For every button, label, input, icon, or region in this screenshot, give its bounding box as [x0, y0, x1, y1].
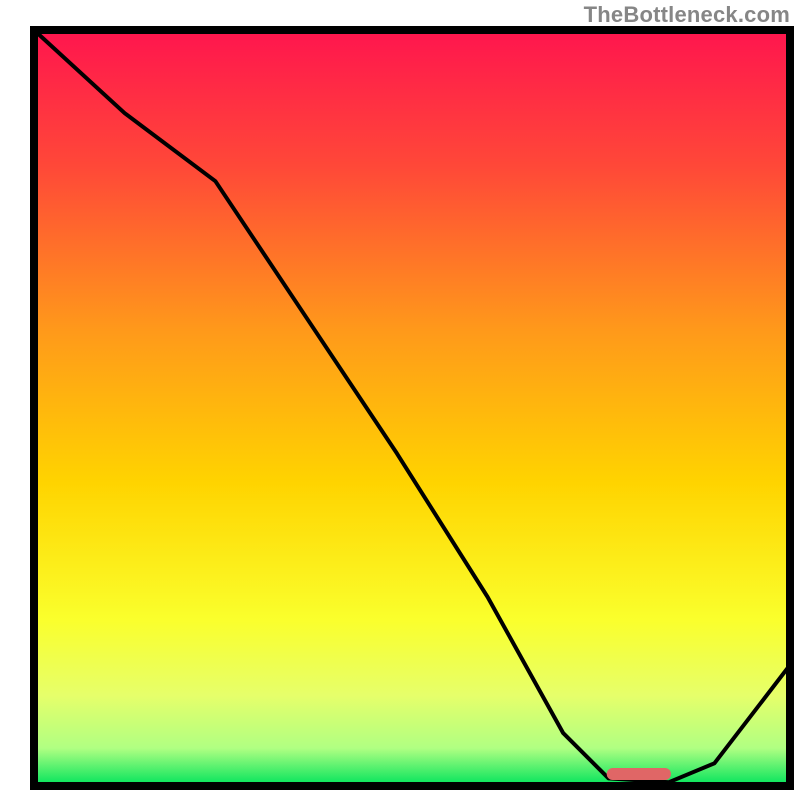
- gradient-background: [34, 30, 790, 786]
- bottleneck-chart: [0, 0, 800, 800]
- chart-container: TheBottleneck.com: [0, 0, 800, 800]
- watermark-text: TheBottleneck.com: [584, 2, 790, 28]
- optimum-marker: [607, 768, 671, 780]
